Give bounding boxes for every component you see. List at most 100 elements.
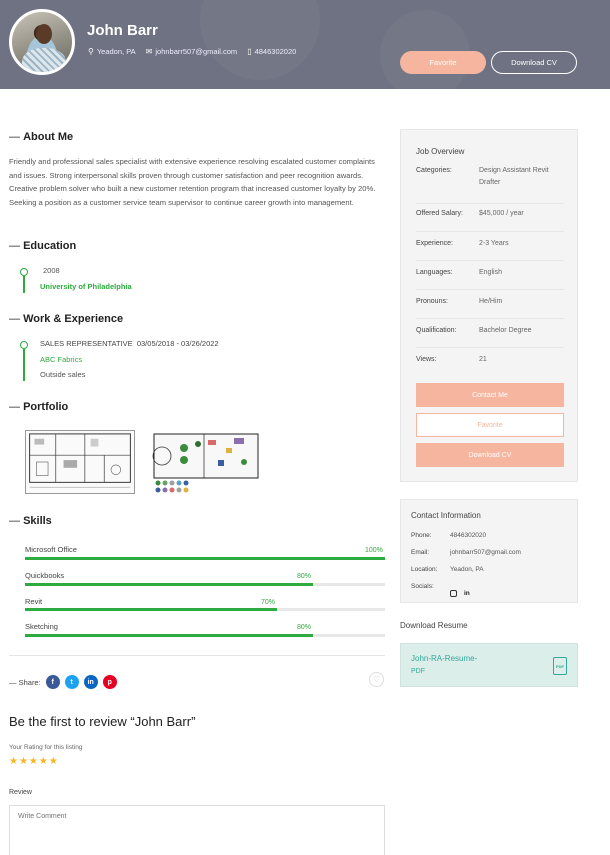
overview-value: English <box>479 269 502 276</box>
overview-row: Languages: English <box>416 269 564 290</box>
pinterest-icon[interactable]: p <box>102 675 117 689</box>
download-cv-panel-button[interactable]: Download CV <box>416 443 564 467</box>
avatar-face <box>36 24 52 44</box>
review-title: Be the first to review “John Barr” <box>9 714 196 729</box>
favorite-outline-button[interactable]: Favorite <box>416 413 564 437</box>
work-role-line: SALES REPRESENTATIVE 03/05/2018 - 03/26/… <box>40 339 219 348</box>
review-label: Review <box>9 789 32 796</box>
skill-name: Quickbooks <box>25 571 65 580</box>
contact-value[interactable]: johnbarr507@gmail.com <box>450 549 521 556</box>
contact-value[interactable]: 4846302020 <box>450 532 486 539</box>
skill-bar-track <box>25 583 385 586</box>
work-description: Outside sales <box>40 370 86 379</box>
work-company: ABC Fabrics <box>40 355 83 364</box>
portfolio-image-floorplan-2[interactable] <box>152 432 260 496</box>
header-decoration <box>200 0 320 80</box>
skill-bar-fill <box>25 608 277 611</box>
skill-name: Revit <box>25 597 43 606</box>
education-school: University of Philadelphia <box>40 282 132 291</box>
education-title: Education <box>9 240 76 252</box>
contact-info-title: Contact Information <box>411 511 481 520</box>
timeline-dot <box>20 268 28 276</box>
envelope-icon: ✉ <box>145 47 153 56</box>
contact-row-location: Location: Yeadon, PA <box>411 566 484 573</box>
skill-bar-fill <box>25 634 313 637</box>
profile-name: John Barr <box>87 22 158 39</box>
profile-meta: ⚲ Yeadon, PA ✉ johnbarr507@gmail.com ▯ 4846… <box>88 47 296 56</box>
overview-row: Experience: 2-3 Years <box>416 240 564 261</box>
favorite-button[interactable]: Favorite <box>400 51 486 74</box>
header-decoration <box>380 10 470 89</box>
work-title: Work & Experience <box>9 313 123 325</box>
skill-bar-fill <box>25 583 313 586</box>
profile-header: John Barr ⚲ Yeadon, PA ✉ johnbarr507@gmail… <box>0 0 610 89</box>
contact-row-phone: Phone: 4846302020 <box>411 532 486 539</box>
avatar-shirt <box>22 48 66 72</box>
overview-row: Pronouns: He/Him <box>416 298 564 319</box>
timeline-line <box>23 349 25 381</box>
phone-item[interactable]: ▯ 4846302020 <box>247 47 296 56</box>
skill-name: Sketching <box>25 622 58 631</box>
star-rating[interactable]: ★★★★★ <box>9 756 59 767</box>
twitter-icon[interactable]: t <box>64 675 79 689</box>
contact-row-socials: Socials: in <box>411 583 470 597</box>
timeline-dot <box>20 341 28 349</box>
overview-row: Views: 21 <box>416 356 564 377</box>
linkedin-icon[interactable]: in <box>83 675 98 689</box>
job-overview-title: Job Overview <box>416 147 465 156</box>
location-text: Yeadon, PA <box>96 47 136 56</box>
contact-key: Socials: <box>411 583 434 590</box>
skill-bar-track <box>25 557 385 560</box>
skill-bar-track <box>25 608 385 611</box>
contact-me-button[interactable]: Contact Me <box>416 383 564 407</box>
contact-info-panel: Contact Information Phone: 4846302020 Ema… <box>400 499 578 603</box>
overview-value: 21 <box>479 356 487 363</box>
linkedin-small-icon[interactable]: in <box>464 590 470 597</box>
resume-file-name[interactable]: John-RA-Resume- <box>411 654 477 663</box>
skill-percent: 100% <box>365 547 383 554</box>
email-text[interactable]: johnbarr507@gmail.com <box>155 47 237 56</box>
work-role: SALES REPRESENTATIVE <box>40 339 133 348</box>
overview-row: Offered Salary: $45,000 / year <box>416 210 564 232</box>
contact-key: Phone: <box>411 532 432 539</box>
timeline-line <box>23 276 25 293</box>
overview-row: Categories: Design Assistant Revit Draft… <box>416 167 564 204</box>
skills-title: Skills <box>9 515 52 527</box>
education-year: 2008 <box>43 266 60 275</box>
overview-key: Categories: <box>416 167 452 174</box>
contact-socials: in <box>450 590 470 597</box>
email-item[interactable]: ✉ johnbarr507@gmail.com <box>146 47 238 56</box>
skill-percent: 80% <box>297 573 312 580</box>
rating-label: Your Rating for this listing <box>9 744 83 751</box>
overview-key: Offered Salary: <box>416 210 463 217</box>
overview-value: 2-3 Years <box>479 240 509 247</box>
download-resume-label: Download Resume <box>400 621 468 630</box>
skill-percent: 80% <box>297 624 312 631</box>
divider <box>9 655 385 656</box>
heart-icon[interactable]: ♡ <box>369 672 384 687</box>
instagram-icon[interactable] <box>450 590 457 597</box>
download-cv-button[interactable]: Download CV <box>491 51 577 74</box>
location-item: ⚲ Yeadon, PA <box>88 47 136 56</box>
comment-textarea[interactable] <box>9 805 385 855</box>
resume-file-ext: PDF <box>411 668 425 675</box>
contact-key: Location: <box>411 566 438 573</box>
facebook-icon[interactable]: f <box>45 675 60 689</box>
pdf-file-icon[interactable]: PDF <box>553 657 567 675</box>
portfolio-title: Portfolio <box>9 401 68 413</box>
job-overview-panel: Job Overview Categories: Design Assistan… <box>400 129 578 482</box>
overview-value: Bachelor Degree <box>479 327 532 334</box>
portfolio-image-floorplan-1[interactable] <box>25 430 135 494</box>
contact-row-email: Email: johnbarr507@gmail.com <box>411 549 521 556</box>
overview-key: Qualification: <box>416 327 457 334</box>
share-label-text: Share: <box>18 677 41 687</box>
overview-value: He/Him <box>479 298 503 305</box>
resume-file-card[interactable]: John-RA-Resume- PDF PDF <box>400 643 578 687</box>
overview-row: Qualification: Bachelor Degree <box>416 327 564 348</box>
skill-percent: 70% <box>261 599 276 606</box>
avatar <box>9 9 75 75</box>
work-dates: 03/05/2018 - 03/26/2022 <box>136 339 219 348</box>
skill-name: Microsoft Office <box>25 545 77 554</box>
phone-text[interactable]: 4846302020 <box>255 47 297 56</box>
about-text: Friendly and professional sales speciali… <box>9 157 376 207</box>
